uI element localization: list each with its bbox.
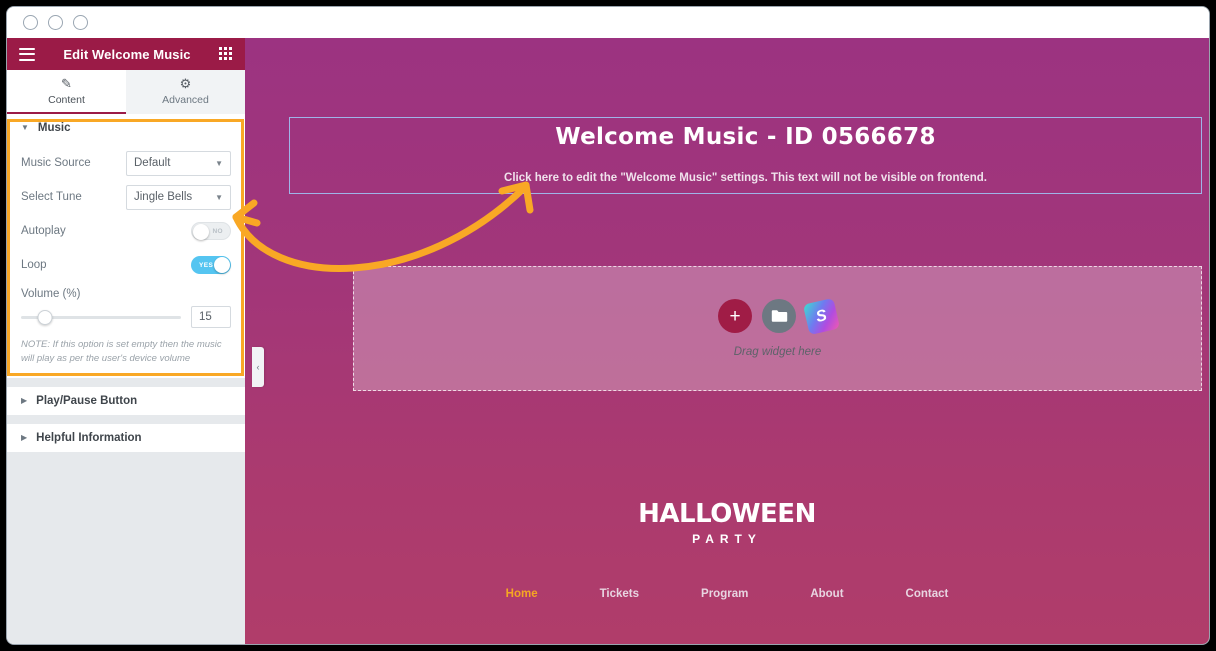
volume-value: 15	[199, 311, 212, 323]
dropzone-label: Drag widget here	[733, 346, 822, 358]
footer-logo: HALLOWEEN PARTY	[245, 501, 1209, 546]
section-music-body: Music Source Default ▼ Select Tune Jingl…	[7, 142, 245, 378]
widget-subtext: Click here to edit the "Welcome Music" s…	[504, 172, 987, 184]
autoplay-toggle[interactable]: NO	[191, 222, 231, 240]
footer-nav-home[interactable]: Home	[506, 588, 538, 600]
grid-apps-icon[interactable]	[219, 47, 233, 61]
minimize-window-button[interactable]	[48, 15, 63, 30]
browser-window: Edit Welcome Music ✎ Content ⚙ Advanced	[7, 7, 1209, 644]
section-music-title: Music	[37, 122, 71, 134]
select-tune-value: Jingle Bells	[134, 191, 193, 203]
footer-nav-about[interactable]: About	[810, 588, 843, 600]
footer-nav-program[interactable]: Program	[701, 588, 748, 600]
music-source-value: Default	[134, 157, 171, 169]
add-element-button[interactable]: +	[718, 299, 752, 333]
volume-slider[interactable]	[21, 309, 181, 325]
music-source-label: Music Source	[21, 157, 91, 169]
section-music: ▼ Music Music Source Default ▼ Select Tu…	[7, 114, 245, 378]
close-window-button[interactable]	[23, 15, 38, 30]
chevron-left-icon: ‹	[256, 362, 260, 372]
section-helpful-info-title: Helpful Information	[36, 431, 142, 444]
section-play-pause-title: Play/Pause Button	[36, 394, 138, 407]
template-folder-button[interactable]	[762, 299, 796, 333]
tab-content-label: Content	[48, 93, 85, 106]
panel-body: ▼ Music Music Source Default ▼ Select Tu…	[7, 114, 245, 644]
tab-content[interactable]: ✎ Content	[7, 70, 126, 114]
footer-nav-tickets[interactable]: Tickets	[600, 588, 639, 600]
volume-number-input[interactable]: 15	[191, 306, 231, 328]
pencil-icon: ✎	[61, 75, 72, 91]
page-canvas: Welcome Music - ID 0566678 Click here to…	[245, 38, 1209, 644]
stratum-widgets-button[interactable]: S	[802, 297, 841, 335]
welcome-music-widget[interactable]: Welcome Music - ID 0566678 Click here to…	[289, 117, 1202, 194]
drag-widget-dropzone[interactable]: + S Drag widget here	[353, 266, 1202, 391]
folder-icon	[771, 310, 787, 322]
screenshot-root: Edit Welcome Music ✎ Content ⚙ Advanced	[0, 0, 1216, 651]
volume-slider-handle[interactable]	[37, 309, 53, 325]
control-volume: 15	[21, 306, 231, 328]
maximize-window-button[interactable]	[73, 15, 88, 30]
autoplay-label: Autoplay	[21, 225, 66, 237]
footer-navigation: Home Tickets Program About Contact	[245, 588, 1209, 600]
caret-down-icon: ▼	[21, 123, 29, 132]
footer-nav-contact[interactable]: Contact	[906, 588, 949, 600]
control-loop: Loop YES	[21, 248, 231, 282]
autoplay-toggle-value: NO	[212, 227, 223, 235]
elementor-panel: Edit Welcome Music ✎ Content ⚙ Advanced	[7, 38, 245, 644]
panel-tabs: ✎ Content ⚙ Advanced	[7, 70, 245, 114]
section-play-pause-header[interactable]: ▶ Play/Pause Button	[7, 387, 245, 415]
control-autoplay: Autoplay NO	[21, 214, 231, 248]
dropzone-buttons: + S	[718, 297, 841, 335]
select-tune-label: Select Tune	[21, 191, 82, 203]
section-play-pause-button: ▶ Play/Pause Button	[7, 386, 245, 415]
panel-title: Edit Welcome Music	[63, 46, 191, 62]
plus-icon: +	[729, 305, 741, 327]
footer-logo-line2: PARTY	[692, 532, 762, 546]
chevron-down-icon: ▼	[215, 158, 223, 168]
section-music-header[interactable]: ▼ Music	[7, 114, 245, 142]
section-helpful-info-header[interactable]: ▶ Helpful Information	[7, 424, 245, 452]
control-music-source: Music Source Default ▼	[21, 146, 231, 180]
panel-collapse-handle[interactable]: ‹	[252, 347, 264, 387]
stratum-s-icon: S	[814, 306, 829, 325]
widget-heading: Welcome Music - ID 0566678	[555, 124, 936, 150]
volume-note: NOTE: If this option is set empty then t…	[21, 339, 222, 364]
section-helpful-information: ▶ Helpful Information	[7, 423, 245, 452]
volume-label: Volume (%)	[21, 288, 81, 300]
loop-toggle-value: YES	[199, 261, 214, 269]
chevron-down-icon: ▼	[215, 192, 223, 202]
footer-logo-line1: HALLOWEEN	[638, 499, 816, 529]
panel-header: Edit Welcome Music	[7, 38, 245, 70]
tab-advanced[interactable]: ⚙ Advanced	[126, 70, 245, 114]
control-select-tune: Select Tune Jingle Bells ▼	[21, 180, 231, 214]
tab-advanced-label: Advanced	[162, 93, 209, 106]
music-source-select[interactable]: Default ▼	[126, 150, 231, 176]
toggle-knob	[214, 257, 230, 273]
caret-right-icon: ▶	[21, 395, 28, 405]
loop-label: Loop	[21, 259, 47, 271]
window-titlebar	[7, 7, 1209, 39]
loop-toggle[interactable]: YES	[191, 256, 231, 274]
gear-icon: ⚙	[179, 75, 192, 91]
select-tune-select[interactable]: Jingle Bells ▼	[126, 184, 231, 210]
hamburger-icon[interactable]	[19, 47, 35, 61]
caret-right-icon: ▶	[21, 432, 28, 442]
toggle-knob	[193, 224, 209, 240]
